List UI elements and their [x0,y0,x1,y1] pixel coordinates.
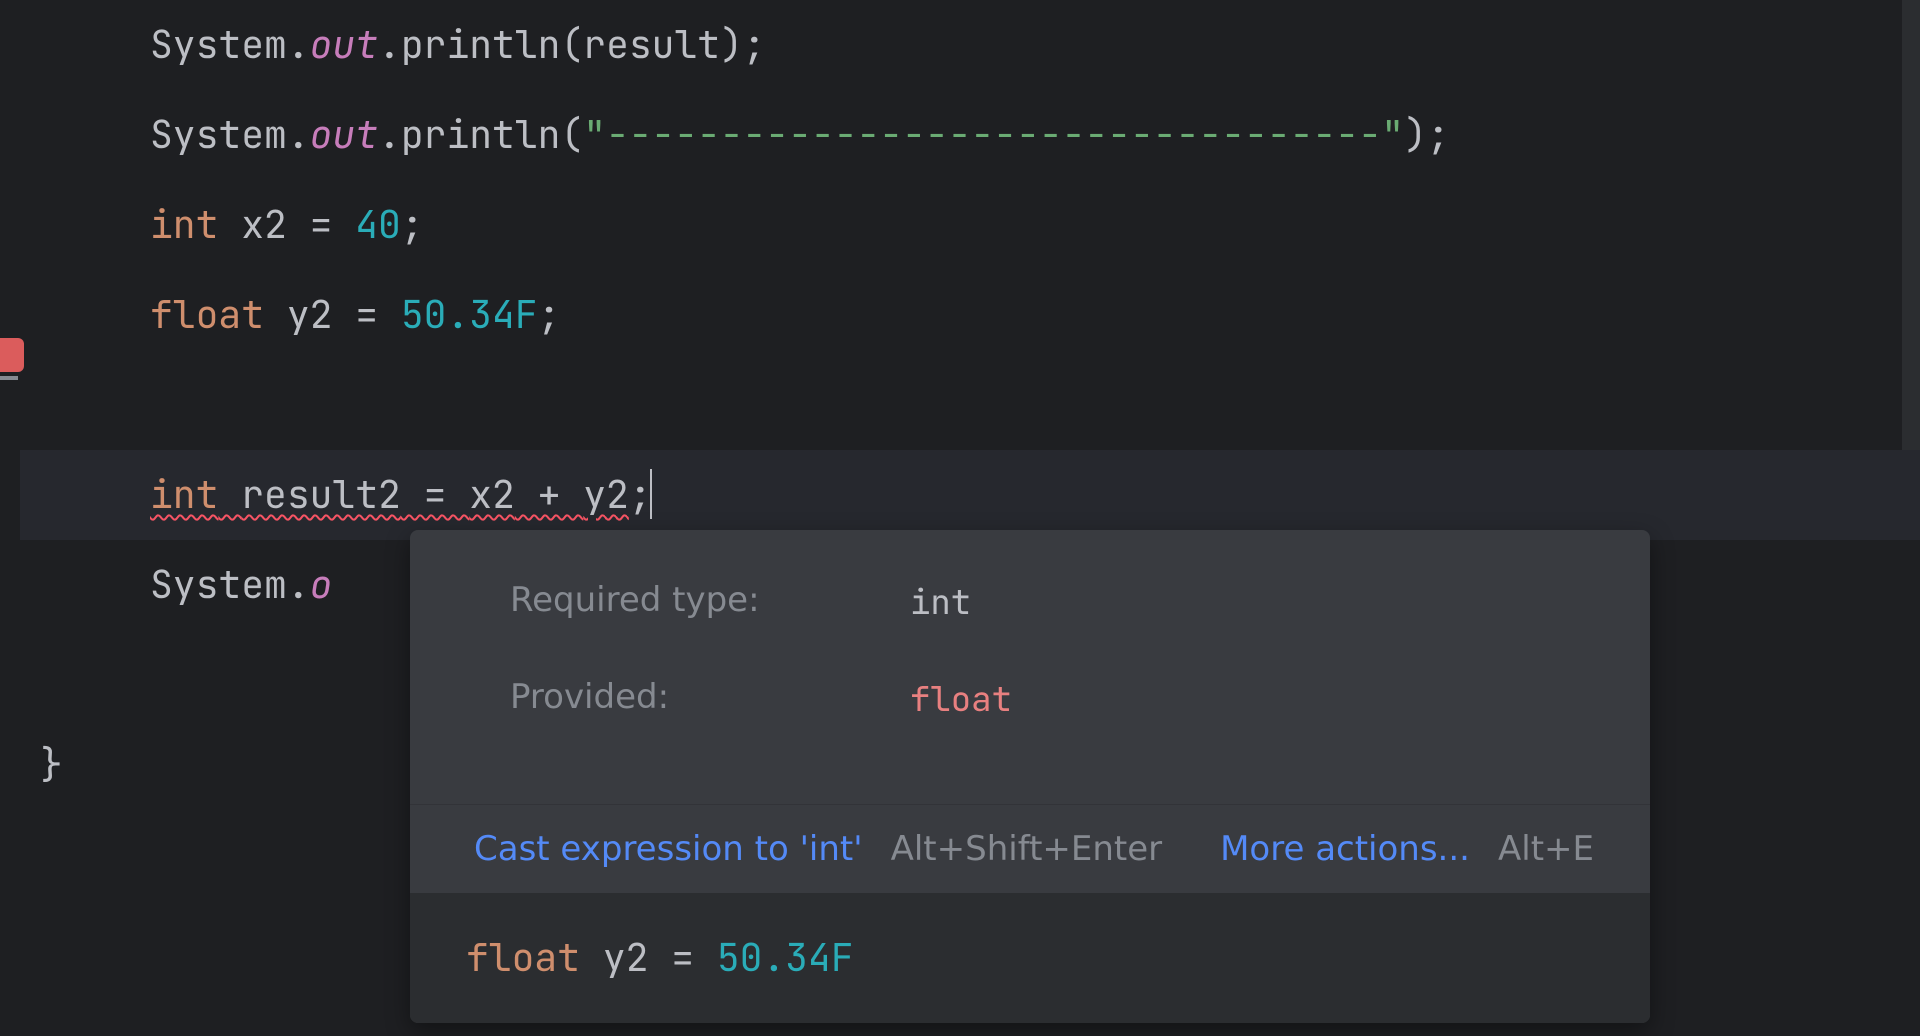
cast-expression-action[interactable]: Cast expression to 'int' [474,829,863,869]
tooltip-row-required: Required type: int [510,580,1550,625]
provided-type-label: Provided: [510,677,910,722]
code-line: float y2 = 50.34F; [20,270,1920,360]
gutter-marker [0,376,18,380]
tooltip-row-provided: Provided: float [510,677,1550,722]
code-line: int x2 = 40; [20,180,1920,270]
more-actions-link[interactable]: More actions... [1220,829,1470,869]
text-cursor [650,469,652,519]
tooltip-actions: Cast expression to 'int' Alt+Shift+Enter… [410,804,1650,893]
cast-shortcut: Alt+Shift+Enter [891,829,1163,869]
tooltip-body: Required type: int Provided: float [410,530,1650,804]
string-literal: "----------------------------------" [583,110,1404,160]
number-literal: 40 [355,200,401,250]
type-keyword: int [150,200,218,250]
more-actions-shortcut: Alt+E [1498,829,1594,869]
tooltip-code-snippet: float y2 = 50.34F [410,893,1650,1023]
code-line: System.out.println(result); [20,0,1920,90]
required-type-value: int [910,580,971,625]
code-line-error: int result2 = x2 + y2; [20,450,1920,540]
code-line-blank [20,360,1920,450]
required-type-label: Required type: [510,580,910,625]
error-span: int result2 = x2 + y2 [150,470,629,520]
provided-type-value: float [910,677,1012,722]
field-ref: out [310,20,378,70]
code-line: System.out.println("--------------------… [20,90,1920,180]
error-tooltip: Required type: int Provided: float Cast … [410,530,1650,1023]
class-ref: System [150,20,287,70]
method-call: println [401,20,561,70]
